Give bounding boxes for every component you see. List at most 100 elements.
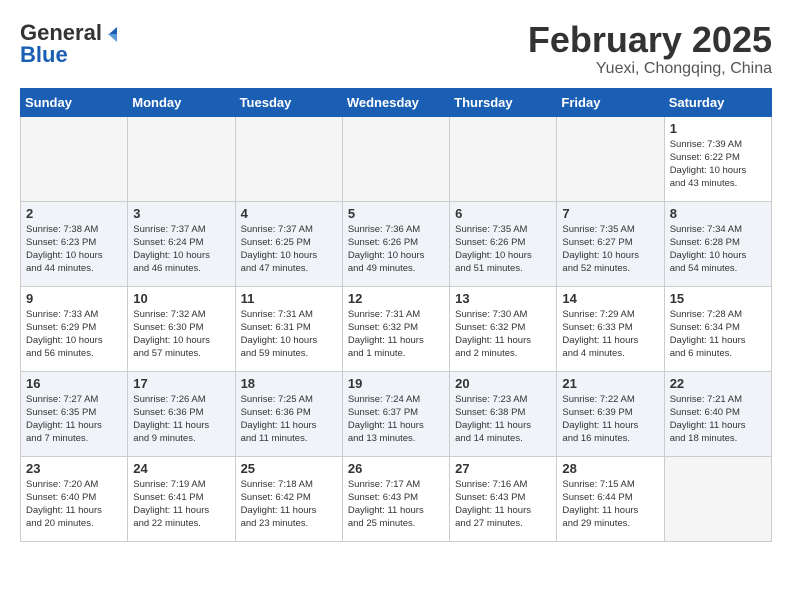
day-info: Sunrise: 7:24 AM Sunset: 6:37 PM Dayligh… [348,393,444,446]
calendar-title: February 2025 [528,20,772,60]
day-cell: 4 Sunrise: 7:37 AM Sunset: 6:25 PM Daylig… [235,201,342,286]
day-number: 8 [670,206,766,221]
day-info: Sunrise: 7:19 AM Sunset: 6:41 PM Dayligh… [133,478,229,531]
day-cell: 8 Sunrise: 7:34 AM Sunset: 6:28 PM Daylig… [664,201,771,286]
day-number: 22 [670,376,766,391]
day-number: 4 [241,206,337,221]
day-number: 10 [133,291,229,306]
day-cell: 5Sunrise: 7:36 AM Sunset: 6:26 PM Daylig… [342,201,449,286]
week-row-4: 16 Sunrise: 7:27 AM Sunset: 6:35 PM Dayli… [21,371,772,456]
day-info: Sunrise: 7:29 AM Sunset: 6:33 PM Dayligh… [562,308,658,361]
day-number: 1 [670,121,766,136]
day-cell: 17Sunrise: 7:26 AM Sunset: 6:36 PM Dayli… [128,371,235,456]
day-cell: 28 Sunrise: 7:15 AM Sunset: 6:44 PM Dayli… [557,456,664,541]
day-info: Sunrise: 7:36 AM Sunset: 6:26 PM Dayligh… [348,223,444,276]
day-info: Sunrise: 7:39 AM Sunset: 6:22 PM Dayligh… [670,138,766,191]
logo-triangle-icon [108,27,117,42]
day-info: Sunrise: 7:34 AM Sunset: 6:28 PM Dayligh… [670,223,766,276]
day-number: 14 [562,291,658,306]
day-cell [21,116,128,201]
day-cell [128,116,235,201]
day-cell: 21Sunrise: 7:22 AM Sunset: 6:39 PM Dayli… [557,371,664,456]
day-number: 27 [455,461,551,476]
day-number: 16 [26,376,122,391]
day-cell: 16 Sunrise: 7:27 AM Sunset: 6:35 PM Dayli… [21,371,128,456]
day-number: 24 [133,461,229,476]
day-info: Sunrise: 7:38 AM Sunset: 6:23 PM Dayligh… [26,223,122,276]
day-cell: 2 Sunrise: 7:38 AM Sunset: 6:23 PM Daylig… [21,201,128,286]
day-cell: 25 Sunrise: 7:18 AM Sunset: 6:42 PM Dayli… [235,456,342,541]
day-info: Sunrise: 7:31 AM Sunset: 6:32 PM Dayligh… [348,308,444,361]
calendar-table: SundayMondayTuesdayWednesdayThursdayFrid… [20,88,772,542]
day-cell: 12 Sunrise: 7:31 AM Sunset: 6:32 PM Dayli… [342,286,449,371]
day-cell: 15Sunrise: 7:28 AM Sunset: 6:34 PM Dayli… [664,286,771,371]
day-number: 26 [348,461,444,476]
day-cell: 24 Sunrise: 7:19 AM Sunset: 6:41 PM Dayli… [128,456,235,541]
day-number: 25 [241,461,337,476]
day-info: Sunrise: 7:18 AM Sunset: 6:42 PM Dayligh… [241,478,337,531]
week-row-1: 1 Sunrise: 7:39 AM Sunset: 6:22 PM Daylig… [21,116,772,201]
weekday-header-wednesday: Wednesday [342,88,449,116]
day-cell: 14 Sunrise: 7:29 AM Sunset: 6:33 PM Dayli… [557,286,664,371]
day-info: Sunrise: 7:35 AM Sunset: 6:26 PM Dayligh… [455,223,551,276]
day-number: 13 [455,291,551,306]
day-cell: 3 Sunrise: 7:37 AM Sunset: 6:24 PM Daylig… [128,201,235,286]
day-number: 18 [241,376,337,391]
day-cell: 9 Sunrise: 7:33 AM Sunset: 6:29 PM Daylig… [21,286,128,371]
day-info: Sunrise: 7:15 AM Sunset: 6:44 PM Dayligh… [562,478,658,531]
day-number: 28 [562,461,658,476]
day-cell: 26 Sunrise: 7:17 AM Sunset: 6:43 PM Dayli… [342,456,449,541]
weekday-header-friday: Friday [557,88,664,116]
day-number: 2 [26,206,122,221]
weekday-header-saturday: Saturday [664,88,771,116]
weekday-header-thursday: Thursday [450,88,557,116]
day-number: 11 [241,291,337,306]
day-cell: 23Sunrise: 7:20 AM Sunset: 6:40 PM Dayli… [21,456,128,541]
day-number: 20 [455,376,551,391]
week-row-3: 9 Sunrise: 7:33 AM Sunset: 6:29 PM Daylig… [21,286,772,371]
day-number: 12 [348,291,444,306]
day-info: Sunrise: 7:21 AM Sunset: 6:40 PM Dayligh… [670,393,766,446]
day-number: 9 [26,291,122,306]
day-number: 19 [348,376,444,391]
weekday-header-row: SundayMondayTuesdayWednesdayThursdayFrid… [21,88,772,116]
day-info: Sunrise: 7:23 AM Sunset: 6:38 PM Dayligh… [455,393,551,446]
day-info: Sunrise: 7:37 AM Sunset: 6:24 PM Dayligh… [133,223,229,276]
day-cell [557,116,664,201]
day-cell: 22 Sunrise: 7:21 AM Sunset: 6:40 PM Dayli… [664,371,771,456]
day-cell: 18 Sunrise: 7:25 AM Sunset: 6:36 PM Dayli… [235,371,342,456]
day-cell: 20 Sunrise: 7:23 AM Sunset: 6:38 PM Dayli… [450,371,557,456]
day-info: Sunrise: 7:20 AM Sunset: 6:40 PM Dayligh… [26,478,122,531]
week-row-5: 23Sunrise: 7:20 AM Sunset: 6:40 PM Dayli… [21,456,772,541]
day-info: Sunrise: 7:37 AM Sunset: 6:25 PM Dayligh… [241,223,337,276]
day-cell: 13 Sunrise: 7:30 AM Sunset: 6:32 PM Dayli… [450,286,557,371]
day-cell [450,116,557,201]
day-cell [235,116,342,201]
day-number: 7 [562,206,658,221]
day-cell: 1 Sunrise: 7:39 AM Sunset: 6:22 PM Daylig… [664,116,771,201]
day-number: 3 [133,206,229,221]
day-info: Sunrise: 7:27 AM Sunset: 6:35 PM Dayligh… [26,393,122,446]
title-block: February 2025 Yuexi, Chongqing, China [528,20,772,78]
day-number: 21 [562,376,658,391]
logo: General Blue [20,20,117,68]
weekday-header-monday: Monday [128,88,235,116]
day-cell [664,456,771,541]
day-info: Sunrise: 7:26 AM Sunset: 6:36 PM Dayligh… [133,393,229,446]
day-cell: 6 Sunrise: 7:35 AM Sunset: 6:26 PM Daylig… [450,201,557,286]
day-number: 6 [455,206,551,221]
week-row-2: 2 Sunrise: 7:38 AM Sunset: 6:23 PM Daylig… [21,201,772,286]
day-cell: 27Sunrise: 7:16 AM Sunset: 6:43 PM Dayli… [450,456,557,541]
weekday-header-tuesday: Tuesday [235,88,342,116]
day-info: Sunrise: 7:17 AM Sunset: 6:43 PM Dayligh… [348,478,444,531]
calendar-subtitle: Yuexi, Chongqing, China [528,60,772,78]
day-info: Sunrise: 7:35 AM Sunset: 6:27 PM Dayligh… [562,223,658,276]
logo-text-blue: Blue [20,42,68,68]
day-info: Sunrise: 7:30 AM Sunset: 6:32 PM Dayligh… [455,308,551,361]
day-info: Sunrise: 7:25 AM Sunset: 6:36 PM Dayligh… [241,393,337,446]
day-number: 15 [670,291,766,306]
weekday-header-sunday: Sunday [21,88,128,116]
day-info: Sunrise: 7:33 AM Sunset: 6:29 PM Dayligh… [26,308,122,361]
day-cell: 10 Sunrise: 7:32 AM Sunset: 6:30 PM Dayli… [128,286,235,371]
day-info: Sunrise: 7:32 AM Sunset: 6:30 PM Dayligh… [133,308,229,361]
